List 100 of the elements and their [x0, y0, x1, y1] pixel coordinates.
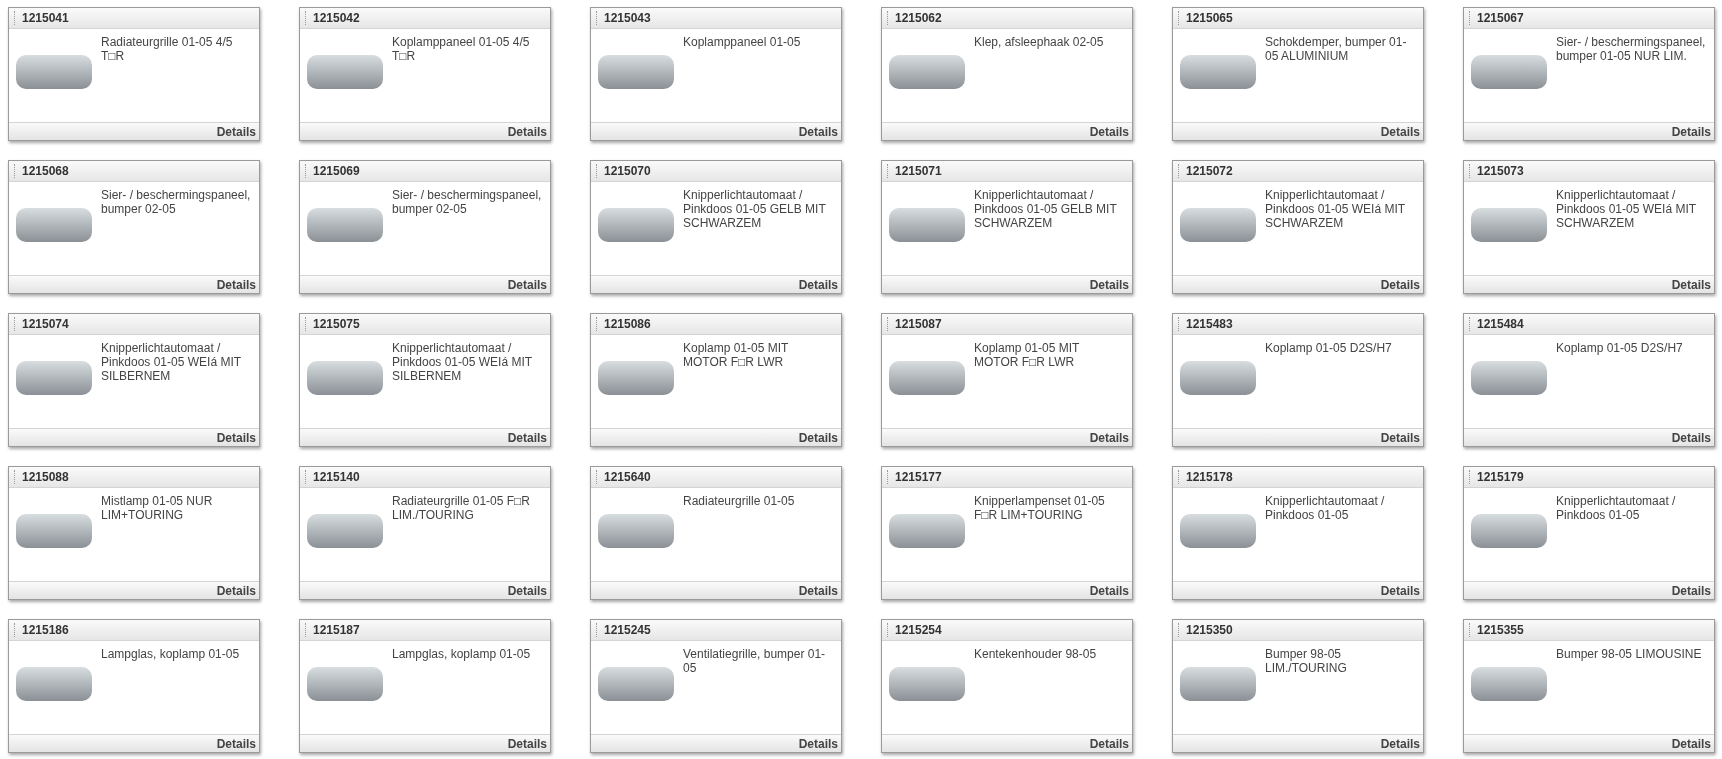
product-description: Mistlamp 01-05 NUR LIM+TOURING [101, 493, 214, 524]
product-description: Schokdemper, bumper 01-05 ALUMINIUM [1265, 34, 1408, 65]
grip-icon [305, 317, 308, 331]
grip-icon [14, 623, 17, 637]
details-link[interactable]: Details [507, 277, 547, 292]
details-link[interactable]: Details [507, 736, 547, 751]
grip-icon [887, 623, 890, 637]
product-description: Sier- / beschermingspaneel, bumper 02-05 [392, 187, 543, 218]
grip-icon [305, 11, 308, 25]
product-code: 1215179 [1477, 470, 1524, 484]
details-link[interactable]: Details [216, 277, 256, 292]
product-description: Radiateurgrille 01-05 4/5 T□R [101, 34, 234, 65]
details-link[interactable]: Details [798, 277, 838, 292]
product-code: 1215073 [1477, 164, 1524, 178]
details-link[interactable]: Details [798, 430, 838, 445]
product-description: Knipperlichtautomaat / Pinkdoos 01-05 WEIá MIT SILBERNEM [101, 340, 242, 385]
product-code: 1215062 [895, 11, 942, 25]
grip-icon [1178, 11, 1181, 25]
details-link[interactable]: Details [1671, 430, 1711, 445]
product-description: Radiateurgrille 01-05 F□R LIM./TOURING [392, 493, 531, 524]
product-code: 1215043 [604, 11, 651, 25]
product-code: 1215072 [1186, 164, 1233, 178]
details-link[interactable]: Details [507, 430, 547, 445]
details-link[interactable]: Details [1380, 124, 1420, 139]
grip-icon [1178, 164, 1181, 178]
product-code: 1215483 [1186, 317, 1233, 331]
product-description: Knipperlichtautomaat / Pinkdoos 01-05 WEIá MIT SCHWARZEM [1556, 187, 1697, 232]
details-link[interactable]: Details [1380, 277, 1420, 292]
grip-icon [1469, 11, 1472, 25]
product-description: Sier- / beschermingspaneel, bumper 02-05 [101, 187, 252, 218]
product-description: Knipperlichtautomaat / Pinkdoos 01-05 WEIá MIT SILBERNEM [392, 340, 533, 385]
product-description: Koplamppaneel 01-05 4/5 T□R [392, 34, 531, 65]
product-description: Ventilatiegrille, bumper 01-05 [683, 646, 827, 677]
grip-icon [14, 11, 17, 25]
details-link[interactable]: Details [1089, 277, 1129, 292]
grip-icon [596, 623, 599, 637]
details-link[interactable]: Details [798, 583, 838, 598]
details-link[interactable]: Details [1089, 430, 1129, 445]
details-link[interactable]: Details [1380, 736, 1420, 751]
grip-icon [305, 164, 308, 178]
product-description: Radiateurgrille 01-05 [683, 493, 795, 510]
details-link[interactable]: Details [798, 124, 838, 139]
details-link[interactable]: Details [1380, 430, 1420, 445]
product-description: Knipperlichtautomaat / Pinkdoos 01-05 GELB MIT SCHWARZEM [974, 187, 1118, 232]
details-link[interactable]: Details [1089, 736, 1129, 751]
details-link[interactable]: Details [1671, 277, 1711, 292]
product-description: Koplamp 01-05 MIT MOTOR F□R LWR [683, 340, 790, 371]
grip-icon [1469, 317, 1472, 331]
product-code: 1215042 [313, 11, 360, 25]
details-link[interactable]: Details [1380, 583, 1420, 598]
grip-icon [887, 317, 890, 331]
details-link[interactable]: Details [216, 583, 256, 598]
details-link[interactable]: Details [1089, 583, 1129, 598]
details-link[interactable]: Details [216, 430, 256, 445]
grip-icon [887, 470, 890, 484]
product-code: 1215640 [604, 470, 651, 484]
details-link[interactable]: Details [1089, 124, 1129, 139]
product-description: Knipperlichtautomaat / Pinkdoos 01-05 WEIá MIT SCHWARZEM [1265, 187, 1406, 232]
product-description: Lampglas, koplamp 01-05 [392, 646, 531, 663]
product-code: 1215087 [895, 317, 942, 331]
details-link[interactable]: Details [507, 583, 547, 598]
grip-icon [305, 470, 308, 484]
product-code: 1215355 [1477, 623, 1524, 637]
product-code: 1215070 [604, 164, 651, 178]
grip-icon [596, 317, 599, 331]
grip-icon [1178, 317, 1181, 331]
details-link[interactable]: Details [798, 736, 838, 751]
grip-icon [1469, 164, 1472, 178]
product-description: Knipperlichtautomaat / Pinkdoos 01-05 GELB MIT SCHWARZEM [683, 187, 827, 232]
product-code: 1215177 [895, 470, 942, 484]
grip-icon [305, 623, 308, 637]
product-description: Bumper 98-05 LIMOUSINE [1556, 646, 1702, 663]
product-description: Bumper 98-05 LIM./TOURING [1265, 646, 1348, 677]
details-link[interactable]: Details [507, 124, 547, 139]
details-link[interactable]: Details [216, 736, 256, 751]
product-description: Koplamp 01-05 MIT MOTOR F□R LWR [974, 340, 1081, 371]
details-link[interactable]: Details [1671, 124, 1711, 139]
grip-icon [1469, 470, 1472, 484]
details-link[interactable]: Details [1671, 736, 1711, 751]
product-code: 1215140 [313, 470, 360, 484]
details-link[interactable]: Details [1671, 583, 1711, 598]
product-code: 1215178 [1186, 470, 1233, 484]
product-description: Koplamp 01-05 D2S/H7 [1265, 340, 1392, 357]
product-code: 1215065 [1186, 11, 1233, 25]
grip-icon [596, 470, 599, 484]
product-code: 1215187 [313, 623, 360, 637]
product-code: 1215067 [1477, 11, 1524, 25]
product-code: 1215254 [895, 623, 942, 637]
details-link[interactable]: Details [216, 124, 256, 139]
grip-icon [887, 11, 890, 25]
product-description: Koplamppaneel 01-05 [683, 34, 801, 51]
product-code: 1215088 [22, 470, 69, 484]
grip-icon [14, 317, 17, 331]
grip-icon [1178, 623, 1181, 637]
product-description: Lampglas, koplamp 01-05 [101, 646, 240, 663]
grip-icon [887, 164, 890, 178]
product-description: Koplamp 01-05 D2S/H7 [1556, 340, 1683, 357]
product-code: 1215068 [22, 164, 69, 178]
product-code: 1215350 [1186, 623, 1233, 637]
product-code: 1215075 [313, 317, 360, 331]
